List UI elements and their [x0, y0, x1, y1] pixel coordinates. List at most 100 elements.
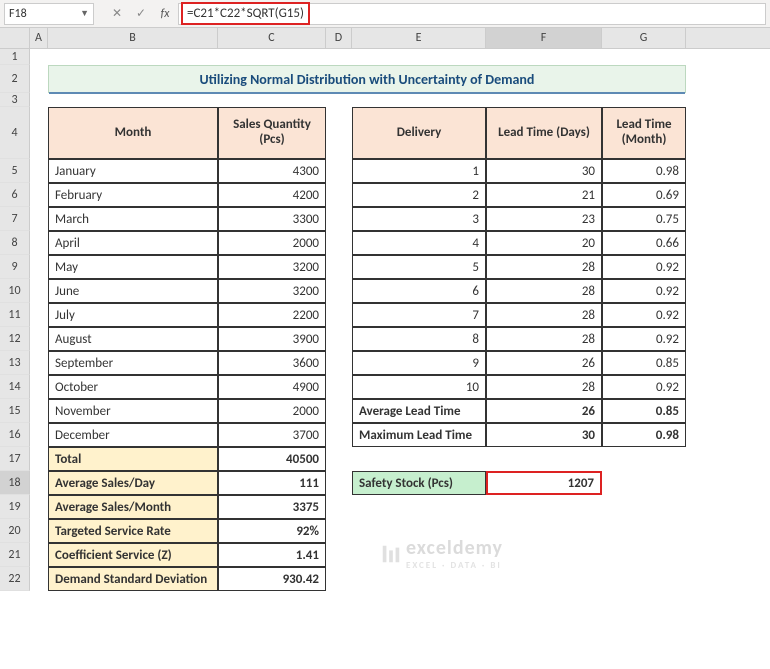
- cell[interactable]: [30, 495, 48, 519]
- delivery-cell[interactable]: 2: [352, 183, 486, 207]
- cancel-formula-button[interactable]: ✕: [106, 3, 128, 25]
- cell[interactable]: [30, 447, 48, 471]
- leaddays-cell[interactable]: 23: [486, 207, 602, 231]
- cell[interactable]: [326, 399, 352, 423]
- cell[interactable]: [30, 231, 48, 255]
- leaddays-cell[interactable]: 28: [486, 375, 602, 399]
- leadmonth-cell[interactable]: 0.66: [602, 231, 686, 255]
- cell[interactable]: [602, 49, 686, 65]
- cell[interactable]: [602, 471, 686, 495]
- cell[interactable]: [30, 375, 48, 399]
- qty-cell[interactable]: 2200: [218, 303, 326, 327]
- month-cell[interactable]: April: [48, 231, 218, 255]
- delivery-cell[interactable]: 7: [352, 303, 486, 327]
- col-header-D[interactable]: D: [326, 28, 352, 48]
- cell[interactable]: [30, 279, 48, 303]
- leadmonth-cell[interactable]: 0.92: [602, 375, 686, 399]
- row-header-22[interactable]: 22: [0, 567, 30, 591]
- row-header-7[interactable]: 7: [0, 207, 30, 231]
- summary-label[interactable]: Targeted Service Rate: [48, 519, 218, 543]
- row-header-21[interactable]: 21: [0, 543, 30, 567]
- leadmonth-cell[interactable]: 0.92: [602, 327, 686, 351]
- delivery-cell[interactable]: 5: [352, 255, 486, 279]
- leaddays-cell[interactable]: 21: [486, 183, 602, 207]
- month-cell[interactable]: October: [48, 375, 218, 399]
- qty-cell[interactable]: 4900: [218, 375, 326, 399]
- cell[interactable]: [326, 49, 352, 65]
- row-header-14[interactable]: 14: [0, 375, 30, 399]
- cell[interactable]: [48, 93, 686, 107]
- summary-value[interactable]: 3375: [218, 495, 326, 519]
- row-header-18[interactable]: 18: [0, 471, 30, 495]
- max-lead-days[interactable]: 30: [486, 423, 602, 447]
- summary-value[interactable]: 111: [218, 471, 326, 495]
- summary-label[interactable]: Average Sales/Day: [48, 471, 218, 495]
- safety-stock-value[interactable]: 1207: [486, 471, 602, 495]
- select-all-corner[interactable]: [0, 28, 30, 48]
- confirm-formula-button[interactable]: ✓: [130, 3, 152, 25]
- month-cell[interactable]: January: [48, 159, 218, 183]
- delivery-cell[interactable]: 9: [352, 351, 486, 375]
- avg-lead-label[interactable]: Average Lead Time: [352, 399, 486, 423]
- row-header-9[interactable]: 9: [0, 255, 30, 279]
- col-header-G[interactable]: G: [602, 28, 686, 48]
- month-cell[interactable]: February: [48, 183, 218, 207]
- name-box[interactable]: F18 ▼: [4, 3, 94, 25]
- cell[interactable]: [326, 231, 352, 255]
- row-header-13[interactable]: 13: [0, 351, 30, 375]
- summary-value[interactable]: 930.42: [218, 567, 326, 591]
- cell[interactable]: [602, 543, 686, 567]
- summary-label[interactable]: Coefficient Service (Z): [48, 543, 218, 567]
- delivery-cell[interactable]: 4: [352, 231, 486, 255]
- cell[interactable]: [30, 207, 48, 231]
- col-header-C[interactable]: C: [218, 28, 326, 48]
- max-lead-month[interactable]: 0.98: [602, 423, 686, 447]
- cell[interactable]: [326, 519, 352, 543]
- cell[interactable]: [48, 49, 218, 65]
- leadmonth-cell[interactable]: 0.69: [602, 183, 686, 207]
- cell[interactable]: [326, 375, 352, 399]
- leaddays-cell[interactable]: 26: [486, 351, 602, 375]
- cell[interactable]: [486, 519, 602, 543]
- qty-cell[interactable]: 3700: [218, 423, 326, 447]
- row-header-19[interactable]: 19: [0, 495, 30, 519]
- cell[interactable]: [486, 543, 602, 567]
- cell[interactable]: [30, 49, 48, 65]
- leadmonth-cell[interactable]: 0.98: [602, 159, 686, 183]
- cell[interactable]: [30, 183, 48, 207]
- cell[interactable]: [326, 279, 352, 303]
- cell[interactable]: [30, 399, 48, 423]
- cell[interactable]: [602, 495, 686, 519]
- cell[interactable]: [30, 567, 48, 591]
- cell[interactable]: [326, 543, 352, 567]
- cell[interactable]: [326, 447, 352, 471]
- summary-value[interactable]: 92%: [218, 519, 326, 543]
- row-header-15[interactable]: 15: [0, 399, 30, 423]
- cell[interactable]: [326, 495, 352, 519]
- row-header-1[interactable]: 1: [0, 49, 30, 65]
- cell[interactable]: [30, 93, 48, 107]
- cell[interactable]: [326, 207, 352, 231]
- max-lead-label[interactable]: Maximum Lead Time: [352, 423, 486, 447]
- month-cell[interactable]: July: [48, 303, 218, 327]
- summary-label[interactable]: Demand Standard Deviation: [48, 567, 218, 591]
- cell[interactable]: [486, 447, 602, 471]
- cell[interactable]: [486, 49, 602, 65]
- cell[interactable]: [602, 519, 686, 543]
- row-header-17[interactable]: 17: [0, 447, 30, 471]
- cell[interactable]: [352, 543, 486, 567]
- summary-value[interactable]: 1.41: [218, 543, 326, 567]
- cell[interactable]: [352, 567, 486, 591]
- cell[interactable]: [30, 159, 48, 183]
- leadmonth-cell[interactable]: 0.92: [602, 255, 686, 279]
- cell[interactable]: [352, 495, 486, 519]
- cell[interactable]: [486, 495, 602, 519]
- cell[interactable]: [30, 471, 48, 495]
- qty-cell[interactable]: 3900: [218, 327, 326, 351]
- cell[interactable]: [326, 351, 352, 375]
- row-header-2[interactable]: 2: [0, 65, 30, 93]
- qty-cell[interactable]: 2000: [218, 231, 326, 255]
- cell[interactable]: [30, 327, 48, 351]
- leaddays-cell[interactable]: 28: [486, 255, 602, 279]
- cell[interactable]: [326, 107, 352, 159]
